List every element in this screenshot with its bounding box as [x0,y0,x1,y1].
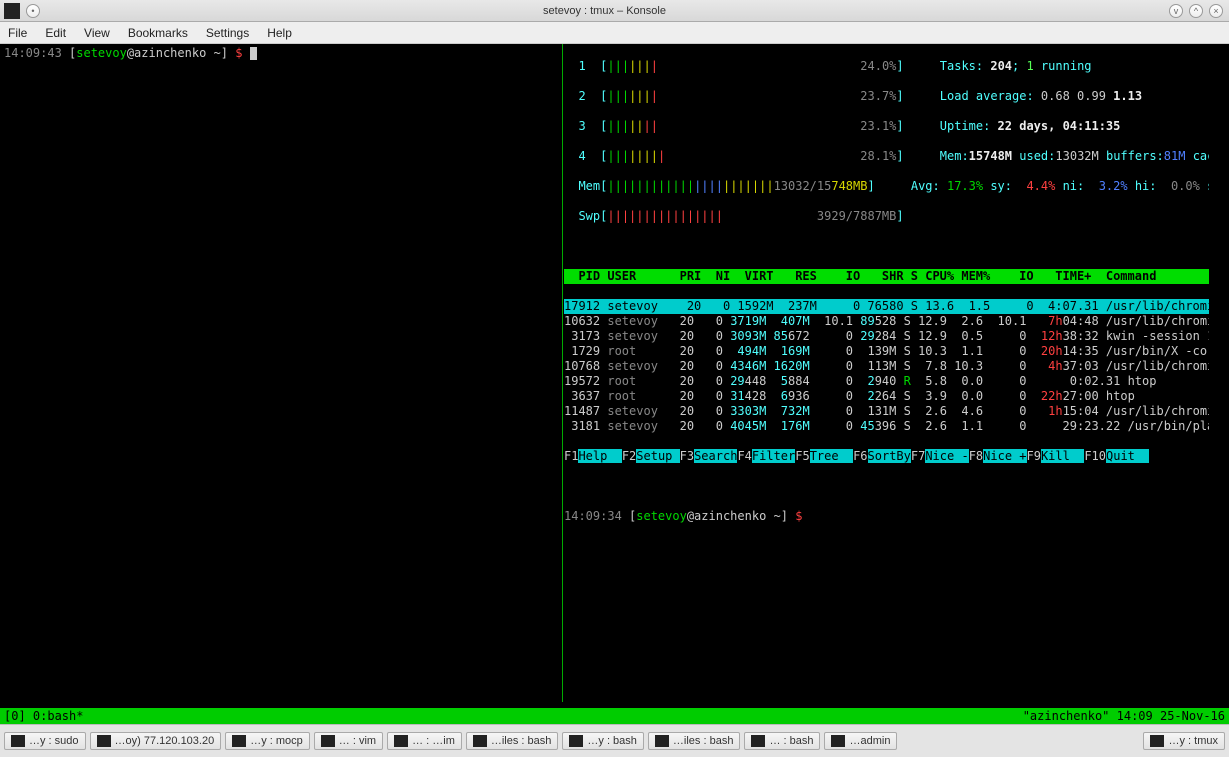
window-titlebar: • setevoy : tmux – Konsole v ^ × [0,0,1229,22]
app-icon [4,3,20,19]
menu-bookmarks[interactable]: Bookmarks [128,26,188,40]
tmux-pane-left[interactable]: 14:09:43 [setevoy@azinchenko ~] $ [0,44,562,702]
menu-help[interactable]: Help [267,26,292,40]
menu-view[interactable]: View [84,26,110,40]
process-row[interactable]: 3181 setevoy 20 0 4045M 176M 0 45396 S 2… [564,419,1209,434]
right-bottom-prompt[interactable]: 14:09:34 [setevoy@azinchenko ~] $ [564,509,1209,524]
terminal-icon [321,735,335,747]
htop-header[interactable]: PID USER PRI NI VIRT RES IO SHR S CPU% M… [564,269,1209,284]
cpu-row-2: 2 [||||||| 23.7%] Load average: 0.68 0.9… [564,89,1209,104]
terminal-icon [232,735,246,747]
taskbar-item[interactable]: … : bash [744,732,820,750]
taskbar-item[interactable]: …oy) 77.120.103.20 [90,732,222,750]
cpu-row-4: 4 [|||||||| 28.1%] Mem:15748M used:13032… [564,149,1209,164]
terminal-icon [473,735,487,747]
tmux-pane-right[interactable]: 1 [||||||| 24.0%] Tasks: 204; 1 running … [564,44,1209,702]
cpu-row-3: 3 [||||||| 23.1%] Uptime: 22 days, 04:11… [564,119,1209,134]
taskbar-item[interactable]: …y : mocp [225,732,310,750]
swp-row: Swp[|||||||||||||||| 3929/7887MB] [564,209,1209,224]
tmux-status-left: [0] 0:bash* [4,709,83,723]
close-icon[interactable]: × [1209,4,1223,18]
blank-row-2 [564,479,1209,494]
window-title: setevoy : tmux – Konsole [42,5,1167,17]
taskbar-item[interactable]: … : vim [314,732,383,750]
taskbar-item[interactable]: …iles : bash [648,732,741,750]
process-row[interactable]: 19572 root 20 0 29448 5884 0 2940 R 5.8 … [564,374,1209,389]
menu-file[interactable]: File [8,26,27,40]
tmux-status-right: "azinchenko" 14:09 25-Nov-16 [1023,709,1225,723]
taskbar-item[interactable]: …y : sudo [4,732,86,750]
taskbar-item[interactable]: …y : bash [562,732,644,750]
process-row[interactable]: 3637 root 20 0 31428 6936 0 2264 S 3.9 0… [564,389,1209,404]
tmux-status-bar: [0] 0:bash* "azinchenko" 14:09 25-Nov-16 [0,708,1229,724]
menu-edit[interactable]: Edit [45,26,66,40]
blank-row [564,239,1209,254]
terminal-icon [655,735,669,747]
terminal-icon [1150,735,1164,747]
process-row[interactable]: 11487 setevoy 20 0 3303M 732M 0 131M S 2… [564,404,1209,419]
terminal-icon [569,735,583,747]
process-row[interactable]: 17912 setevoy 20 0 1592M 237M 0 76580 S … [564,299,1209,314]
mem-row: Mem[|||||||||||||||||||||||13032/15748MB… [564,179,1209,194]
terminal-icon [394,735,408,747]
terminal-area[interactable]: 14:09:43 [setevoy@azinchenko ~] $ 1 [|||… [0,44,1229,724]
cursor-icon [250,47,257,60]
htop-fnkeys[interactable]: F1Help F2Setup F3SearchF4FilterF5Tree F6… [564,449,1209,464]
taskbar-item[interactable]: … : …im [387,732,462,750]
taskbar-item[interactable]: …iles : bash [466,732,559,750]
process-row[interactable]: 10632 setevoy 20 0 3719M 407M 10.1 89528… [564,314,1209,329]
cpu-row-1: 1 [||||||| 24.0%] Tasks: 204; 1 running [564,59,1209,74]
process-row[interactable]: 10768 setevoy 20 0 4346M 1620M 0 113M S … [564,359,1209,374]
terminal-icon [97,735,111,747]
desktop-taskbar: …y : sudo…oy) 77.120.103.20…y : mocp… : … [0,724,1229,757]
pane-divider[interactable] [562,44,563,702]
terminal-icon [11,735,25,747]
menu-settings[interactable]: Settings [206,26,249,40]
maximize-icon[interactable]: ^ [1189,4,1203,18]
process-row[interactable]: 3173 setevoy 20 0 3093M 85672 0 29284 S … [564,329,1209,344]
taskbar-item[interactable]: …admin [824,732,897,750]
process-row[interactable]: 1729 root 20 0 494M 169M 0 139M S 10.3 1… [564,344,1209,359]
terminal-icon [831,735,845,747]
terminal-icon [751,735,765,747]
titlebar-left-button[interactable]: • [26,4,40,18]
menu-bar: File Edit View Bookmarks Settings Help [0,22,1229,44]
minimize-icon[interactable]: v [1169,4,1183,18]
taskbar-item-right[interactable]: …y : tmux [1143,732,1225,750]
